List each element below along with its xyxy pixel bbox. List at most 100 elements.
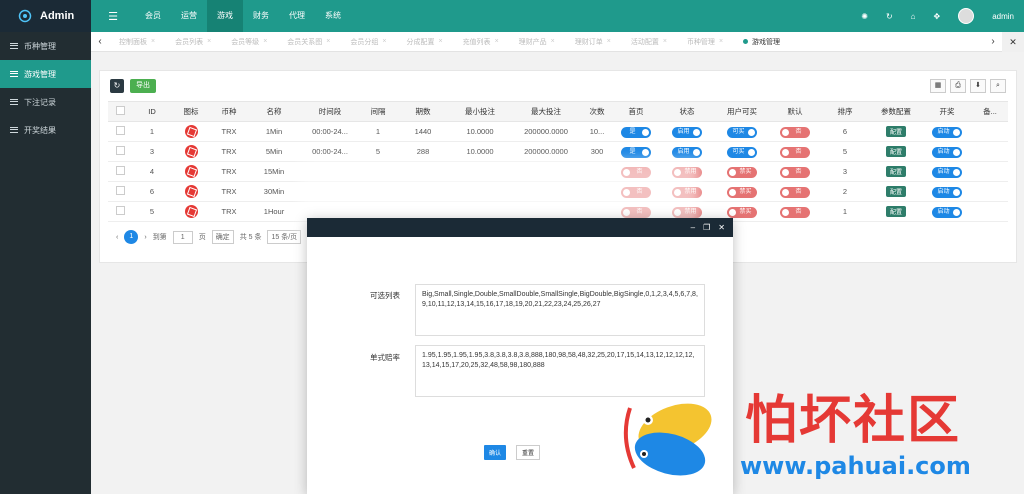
- row-checkbox[interactable]: [115, 166, 125, 175]
- row-checkbox[interactable]: [115, 146, 125, 155]
- clear-cache-icon[interactable]: ⌂: [911, 12, 916, 21]
- buyable-toggle[interactable]: 可买: [727, 146, 757, 158]
- page-input[interactable]: 1: [172, 230, 193, 244]
- fullscreen-icon[interactable]: ✥: [934, 12, 941, 21]
- draw-toggle[interactable]: 启动: [932, 166, 962, 178]
- close-icon[interactable]: ✕: [718, 223, 725, 232]
- default-toggle[interactable]: 否: [780, 186, 810, 198]
- home-toggle[interactable]: 是: [621, 126, 651, 138]
- refresh-button[interactable]: ↻: [110, 79, 124, 93]
- home-toggle[interactable]: 是: [621, 146, 651, 158]
- topnav-item[interactable]: 会员: [135, 0, 171, 32]
- column-header[interactable]: 默认: [770, 101, 820, 122]
- page-tab[interactable]: 游戏管理: [733, 37, 790, 47]
- draw-toggle[interactable]: 启动: [932, 146, 962, 158]
- page-tab[interactable]: 会员列表 ×: [165, 37, 221, 47]
- tab-close-icon[interactable]: ×: [719, 38, 723, 45]
- column-header[interactable]: 最小投注: [450, 101, 510, 122]
- sidebar-item[interactable]: 开奖结果: [0, 116, 91, 144]
- tab-close-icon[interactable]: ×: [382, 38, 386, 45]
- tab-scroll-left-icon[interactable]: ‹: [91, 36, 109, 47]
- status-toggle[interactable]: 启用: [672, 146, 702, 158]
- page-tab[interactable]: 活动配置 ×: [621, 37, 677, 47]
- row-checkbox[interactable]: [115, 186, 125, 195]
- user-name[interactable]: admin: [992, 12, 1014, 21]
- page-tab[interactable]: 分成配置 ×: [396, 37, 452, 47]
- default-toggle[interactable]: 否: [780, 126, 810, 138]
- tab-close-icon[interactable]: ×: [551, 38, 555, 45]
- column-header[interactable]: 时间段: [300, 101, 360, 122]
- current-page[interactable]: 1: [124, 230, 139, 244]
- sidebar-item[interactable]: 币种管理: [0, 32, 91, 60]
- status-toggle[interactable]: 启用: [672, 126, 702, 138]
- buyable-toggle[interactable]: 禁买: [727, 186, 757, 198]
- export-table-icon[interactable]: ⬇: [970, 79, 986, 93]
- topnav-item[interactable]: 游戏: [207, 0, 243, 32]
- default-toggle[interactable]: 否: [780, 166, 810, 178]
- tab-close-menu-icon[interactable]: ✕: [1002, 31, 1024, 52]
- column-header[interactable]: 参数配置: [870, 101, 922, 122]
- page-tab[interactable]: 会员等级 ×: [221, 37, 277, 47]
- column-header[interactable]: 开奖: [922, 101, 972, 122]
- page-tab[interactable]: 会员关系图 ×: [277, 37, 340, 47]
- page-tab[interactable]: 控制面板 ×: [109, 37, 165, 47]
- config-button[interactable]: 配置: [885, 146, 906, 157]
- column-header[interactable]: 状态: [660, 101, 714, 122]
- column-header[interactable]: 名称: [248, 101, 300, 122]
- draw-toggle[interactable]: 启动: [932, 126, 962, 138]
- per-page-select[interactable]: 15 条/页: [267, 230, 302, 244]
- minimize-icon[interactable]: –: [691, 223, 695, 232]
- page-tab[interactable]: 理财产品 ×: [509, 37, 565, 47]
- confirm-button[interactable]: 确认: [484, 445, 507, 460]
- menu-toggle-icon[interactable]: ☰: [91, 0, 135, 32]
- tab-close-icon[interactable]: ×: [326, 38, 330, 45]
- page-tab[interactable]: 充值列表 ×: [453, 37, 509, 47]
- columns-icon[interactable]: ▦: [930, 79, 946, 93]
- config-button[interactable]: 配置: [885, 186, 906, 197]
- config-button[interactable]: 配置: [885, 166, 906, 177]
- column-header[interactable]: 用户可买: [714, 101, 770, 122]
- tab-close-icon[interactable]: ×: [207, 38, 211, 45]
- reset-button[interactable]: 重置: [516, 445, 541, 460]
- column-header[interactable]: 次数: [582, 101, 612, 122]
- draw-toggle[interactable]: 启动: [932, 206, 962, 218]
- column-header[interactable]: 排序: [820, 101, 870, 122]
- tab-close-icon[interactable]: ×: [151, 38, 155, 45]
- row-checkbox[interactable]: [115, 126, 125, 135]
- row-checkbox[interactable]: [115, 206, 125, 215]
- refresh-icon[interactable]: ↻: [886, 12, 893, 21]
- export-button[interactable]: 导出: [130, 79, 156, 93]
- tab-close-icon[interactable]: ×: [263, 38, 267, 45]
- tab-close-icon[interactable]: ×: [607, 38, 611, 45]
- config-button[interactable]: 配置: [885, 126, 906, 137]
- tab-close-icon[interactable]: ×: [663, 38, 667, 45]
- column-header[interactable]: ID: [132, 101, 172, 122]
- column-header[interactable]: 币种: [210, 101, 248, 122]
- draw-toggle[interactable]: 启动: [932, 186, 962, 198]
- print-icon[interactable]: ⎙: [950, 79, 966, 93]
- default-toggle[interactable]: 否: [780, 206, 810, 218]
- page-tab[interactable]: 币种管理 ×: [677, 37, 733, 47]
- prev-page-icon[interactable]: ‹: [116, 234, 118, 241]
- topnav-item[interactable]: 运营: [171, 0, 207, 32]
- buyable-toggle[interactable]: 可买: [727, 126, 757, 138]
- page-tab[interactable]: 理财订单 ×: [565, 37, 621, 47]
- tab-scroll-right-icon[interactable]: ›: [984, 36, 1002, 47]
- column-header[interactable]: [108, 101, 132, 122]
- topnav-item[interactable]: 代理: [279, 0, 315, 32]
- goto-confirm-button[interactable]: 确定: [211, 230, 234, 244]
- column-header[interactable]: 间隔: [360, 101, 396, 122]
- column-header[interactable]: 备...: [972, 101, 1008, 122]
- default-toggle[interactable]: 否: [780, 146, 810, 158]
- topnav-item[interactable]: 系统: [315, 0, 351, 32]
- buyable-toggle[interactable]: 禁买: [727, 166, 757, 178]
- config-button[interactable]: 配置: [885, 206, 906, 217]
- column-header[interactable]: 图标: [172, 101, 210, 122]
- select-all-checkbox[interactable]: [115, 106, 125, 115]
- column-header[interactable]: 最大投注: [510, 101, 582, 122]
- next-page-icon[interactable]: ›: [144, 234, 146, 241]
- maximize-icon[interactable]: ❐: [703, 223, 710, 232]
- column-header[interactable]: 期数: [396, 101, 450, 122]
- options-textarea[interactable]: Big,Small,Single,Double,SmallDouble,Smal…: [415, 284, 705, 336]
- avatar[interactable]: [958, 8, 975, 24]
